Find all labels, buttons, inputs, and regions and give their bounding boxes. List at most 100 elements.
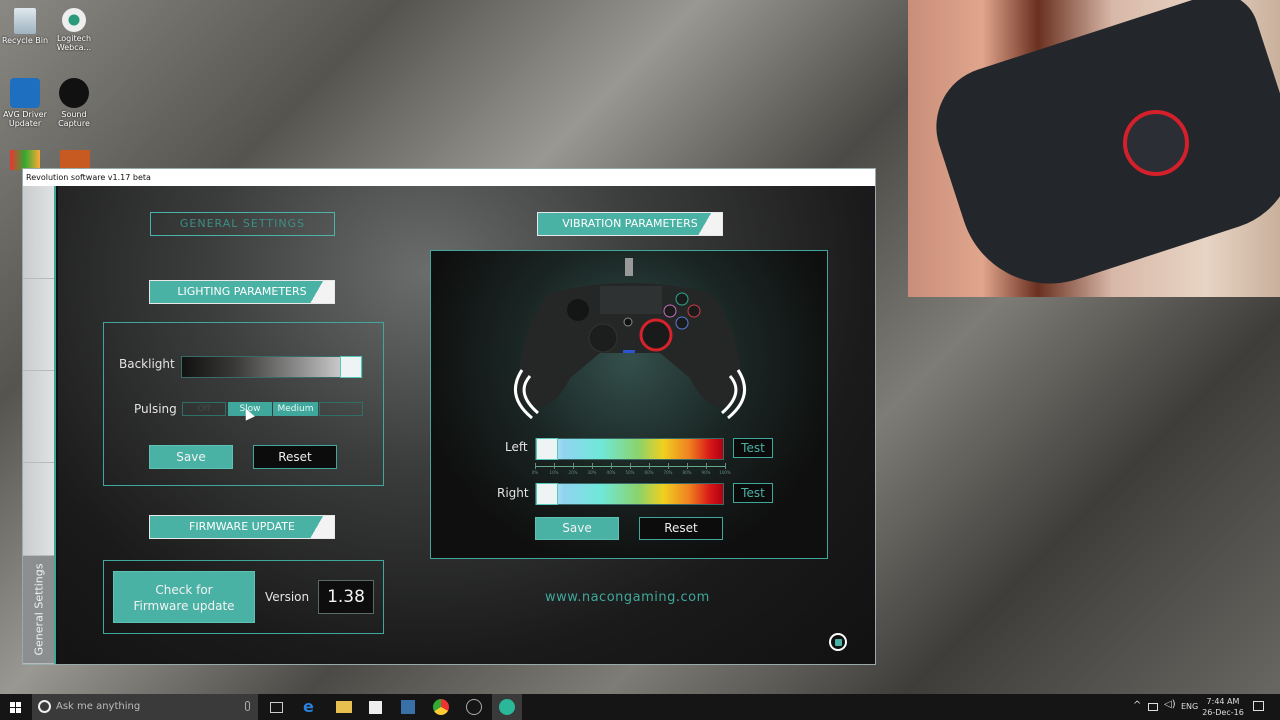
sidebar-tab-general-settings[interactable]: General Settings [23,556,54,664]
scale-tick [592,463,593,469]
desktop-icon-partial[interactable] [10,150,40,170]
scale-tick [611,463,612,469]
sound-capture-icon [59,78,89,108]
controller-photo [920,0,1280,297]
nacon-website-link[interactable]: www.nacongaming.com [545,590,710,605]
home-icon[interactable] [829,633,847,651]
scale-tick [725,463,726,469]
pulsing-quick-button[interactable]: Quick [319,402,363,416]
profile-sidebar: Profile 1 Profile 2 Profile 3 Profile 4 … [23,186,56,664]
check-firmware-button[interactable]: Check for Firmware update [113,571,255,623]
check-firmware-line2: Firmware update [133,599,235,613]
right-motor-label: Right [497,486,529,500]
clock-date: 26-Dec-16 [1202,708,1244,717]
lighting-parameters-header: LIGHTING PARAMETERS [149,280,335,304]
revolution-app-taskbar-button[interactable] [492,694,522,720]
media-player-icon[interactable] [401,700,415,714]
dpad [588,323,618,353]
lighting-save-button[interactable]: Save [149,445,233,469]
cortana-search-box[interactable]: Ask me anything [32,694,258,720]
scale-tick [687,463,688,469]
right-test-button[interactable]: Test [733,483,773,503]
tab-label: Profile 2 [33,304,45,345]
scale-tick-label: 20% [568,470,578,475]
triangle-button [675,292,689,306]
firmware-update-header: FIRMWARE UPDATE [149,515,335,539]
sidebar-tab-profile-1[interactable]: Profile 1 [23,186,54,279]
general-settings-header: GENERAL SETTINGS [150,212,335,236]
desktop-icon-avg[interactable]: AVG Driver Updater [0,78,50,128]
desktop-icon-webcam[interactable]: Logitech Webca... [49,8,99,52]
language-indicator[interactable]: ENG [1181,702,1198,711]
scale-tick-label: 70% [663,470,673,475]
scale-tick-label: 0% [531,470,539,475]
left-motor-label: Left [505,440,528,454]
pulsing-label: Pulsing [134,402,177,416]
left-test-button[interactable]: Test [733,438,773,458]
scale-tick [649,463,650,469]
left-vibration-thumb[interactable] [536,438,558,460]
microphone-icon[interactable] [245,701,250,711]
left-vibration-slider[interactable] [535,438,724,460]
sidebar-tab-profile-2[interactable]: Profile 2 [23,279,54,371]
pulsing-medium-button[interactable]: Medium [273,402,318,416]
scale-tick [573,463,574,469]
backlight-slider-thumb[interactable] [340,356,362,378]
tab-label: Profile 1 [33,211,45,253]
obs-icon[interactable] [466,699,482,715]
chrome-icon[interactable] [433,699,449,715]
file-explorer-icon[interactable] [336,701,352,713]
touchpad [600,286,662,314]
avg-driver-icon [10,78,40,108]
task-view-icon[interactable] [270,702,283,713]
right-vibration-thumb[interactable] [536,483,558,505]
start-button[interactable] [0,694,32,720]
tab-label: Profile 3 [33,396,45,437]
vibration-scale: 0% 10% 20% 30% 40% 50% 60% 70% 80% 90% 100% [531,463,731,477]
vibration-save-button[interactable]: Save [535,517,619,540]
edge-browser-icon[interactable]: e [303,699,319,715]
cortana-icon [38,700,51,713]
right-vibration-slider[interactable] [535,483,724,505]
lighting-reset-button[interactable]: Reset [253,445,337,469]
square-button [663,304,677,318]
scale-tick-label: 30% [587,470,597,475]
store-icon[interactable] [369,701,382,714]
scale-tick-label: 100% [719,470,731,475]
scale-tick [554,463,555,469]
sidebar-tab-profile-4[interactable]: Profile 4 [23,463,54,556]
scale-tick-label: 50% [625,470,635,475]
recycle-bin-icon [14,8,36,34]
controller-image [513,258,747,420]
tray-chevron-icon[interactable]: ^ [1133,700,1141,711]
backlight-slider[interactable] [181,356,363,378]
clock[interactable]: 7:44 AM 26-Dec-16 [1200,696,1246,718]
desktop-icon-label: AVG Driver Updater [3,110,47,128]
pulsing-off-button[interactable]: Off [182,402,226,416]
sidebar-tab-profile-3[interactable]: Profile 3 [23,371,54,463]
vibration-reset-button[interactable]: Reset [639,517,723,540]
desktop-icon-partial[interactable] [60,150,90,170]
tab-label: General Settings [32,563,45,656]
volume-icon[interactable]: ◁) [1164,699,1176,710]
check-firmware-line1: Check for [155,583,213,597]
desktop-icon-label: Sound Capture [58,110,90,128]
right-stick-ring [639,318,673,352]
scale-tick-label: 80% [682,470,692,475]
scale-tick-label: 90% [701,470,711,475]
controller-cable [625,258,633,276]
desktop-icon-sound-capture[interactable]: Sound Capture [49,78,99,128]
webcam-app-icon [62,8,86,32]
search-placeholder: Ask me anything [56,701,141,712]
ps-button [623,317,633,327]
version-value: 1.38 [318,580,374,614]
scale-tick-label: 10% [549,470,559,475]
desktop-icon-label: Recycle Bin [1,36,49,45]
scale-tick-label: 40% [606,470,616,475]
network-icon[interactable] [1148,703,1158,711]
desktop-icon-recycle-bin[interactable]: Recycle Bin [0,8,50,45]
webcam-overlay [908,0,1280,297]
scale-tick [535,463,536,469]
action-center-icon[interactable] [1253,701,1264,711]
vibration-parameters-header: VIBRATION PARAMETERS [537,212,723,236]
